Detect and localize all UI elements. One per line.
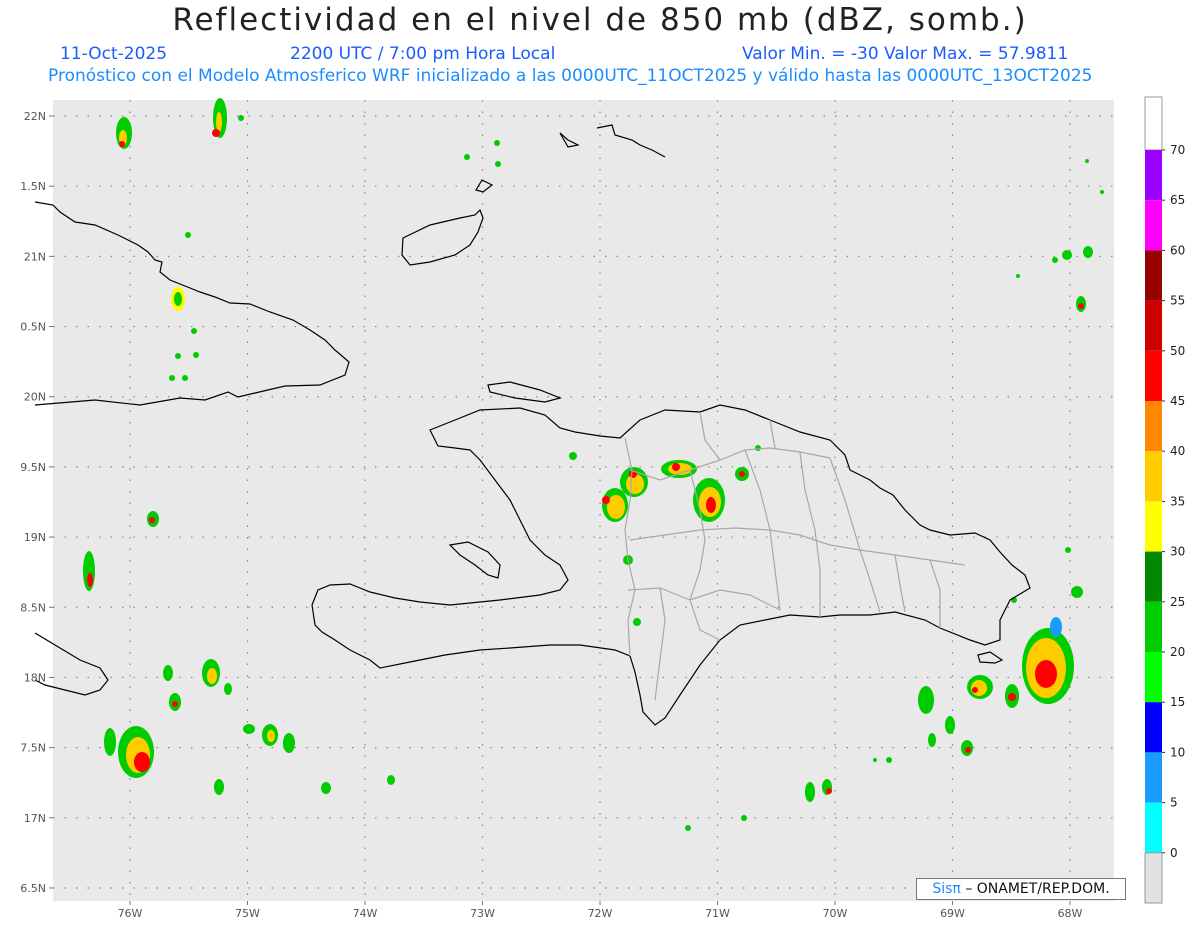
- lon-label: 76W: [118, 907, 143, 920]
- colorbar-swatch: [1145, 150, 1162, 201]
- colorbar-label: 50: [1170, 344, 1185, 358]
- colorbar-label: 65: [1170, 193, 1185, 207]
- colorbar-top-cap: [1144, 96, 1163, 151]
- lat-label: 22N: [24, 110, 46, 123]
- lon-label: 71W: [705, 907, 730, 920]
- colorbar-label: 15: [1170, 695, 1185, 709]
- lat-label: 6.5N: [20, 882, 46, 895]
- colorbar-swatch: [1145, 451, 1162, 502]
- colorbar-swatch: [1145, 350, 1162, 401]
- lat-label: 0.5N: [20, 321, 46, 334]
- echo-cell: [602, 488, 628, 522]
- colorbar-label: 10: [1170, 745, 1185, 759]
- lon-label: 73W: [470, 907, 495, 920]
- colorbar-swatch: [1145, 401, 1162, 452]
- echo-cell: [202, 659, 220, 687]
- colorbar-label: 70: [1170, 143, 1185, 157]
- echo-cell: [147, 511, 159, 527]
- lon-label: 74W: [353, 907, 378, 920]
- lat-label: 7.5N: [20, 742, 46, 755]
- colorbar-swatch: [1145, 802, 1162, 853]
- lon-label: 68W: [1058, 907, 1083, 920]
- colorbar-label: 5: [1170, 796, 1178, 810]
- colorbar: 0 5 10 15 20 25 30 35 40 45 50 55 60 65 70: [1144, 96, 1185, 904]
- colorbar-swatch: [1145, 601, 1162, 652]
- colorbar-swatch: [1145, 752, 1162, 803]
- echo-cell: [116, 117, 132, 149]
- colorbar-swatch: [1145, 501, 1162, 552]
- lat-label: 20N: [24, 391, 46, 404]
- lat-label: 21N: [24, 250, 46, 263]
- colorbar-label: 30: [1170, 545, 1185, 559]
- colorbar-label: 25: [1170, 595, 1185, 609]
- colorbar-bottom-cap: [1144, 852, 1163, 904]
- lat-label: 1.5N: [20, 180, 46, 193]
- colorbar-swatch: [1145, 551, 1162, 602]
- sis-logo-text: Sisπ: [932, 881, 961, 897]
- lat-label: 8.5N: [20, 601, 46, 614]
- lon-label: 72W: [588, 907, 613, 920]
- colorbar-label: 60: [1170, 243, 1185, 257]
- colorbar-label: 40: [1170, 444, 1185, 458]
- echo-cell: [83, 551, 95, 591]
- echo-cell: [1005, 684, 1019, 708]
- lon-label: 70W: [823, 907, 848, 920]
- colorbar-swatch: [1145, 652, 1162, 703]
- colorbar-swatch: [1145, 702, 1162, 753]
- lat-label: 18N: [24, 671, 46, 684]
- colorbar-label: 20: [1170, 645, 1185, 659]
- lat-label: 17N: [24, 812, 46, 825]
- colorbar-label: 0: [1170, 846, 1178, 860]
- map-background: [53, 100, 1114, 901]
- lat-label: 9.5N: [20, 461, 46, 474]
- lon-label: 69W: [940, 907, 965, 920]
- colorbar-swatch: [1145, 300, 1162, 351]
- credit-box: Sisπ – ONAMET/REP.DOM.: [916, 878, 1126, 900]
- reflectivity-map: 76W 75W 74W 73W 72W 71W 70W 69W 68W 22N 1.5N 21N 0.5…: [20, 96, 1185, 920]
- colorbar-swatch: [1145, 250, 1162, 301]
- lon-label: 75W: [235, 907, 260, 920]
- echo-cell: [171, 287, 185, 311]
- colorbar-label: 35: [1170, 494, 1185, 508]
- org-text: – ONAMET/REP.DOM.: [965, 881, 1110, 897]
- colorbar-label: 45: [1170, 394, 1185, 408]
- colorbar-swatch: [1145, 200, 1162, 251]
- lat-label: 19N: [24, 531, 46, 544]
- echo-cell: [967, 675, 993, 699]
- colorbar-label: 55: [1170, 294, 1185, 308]
